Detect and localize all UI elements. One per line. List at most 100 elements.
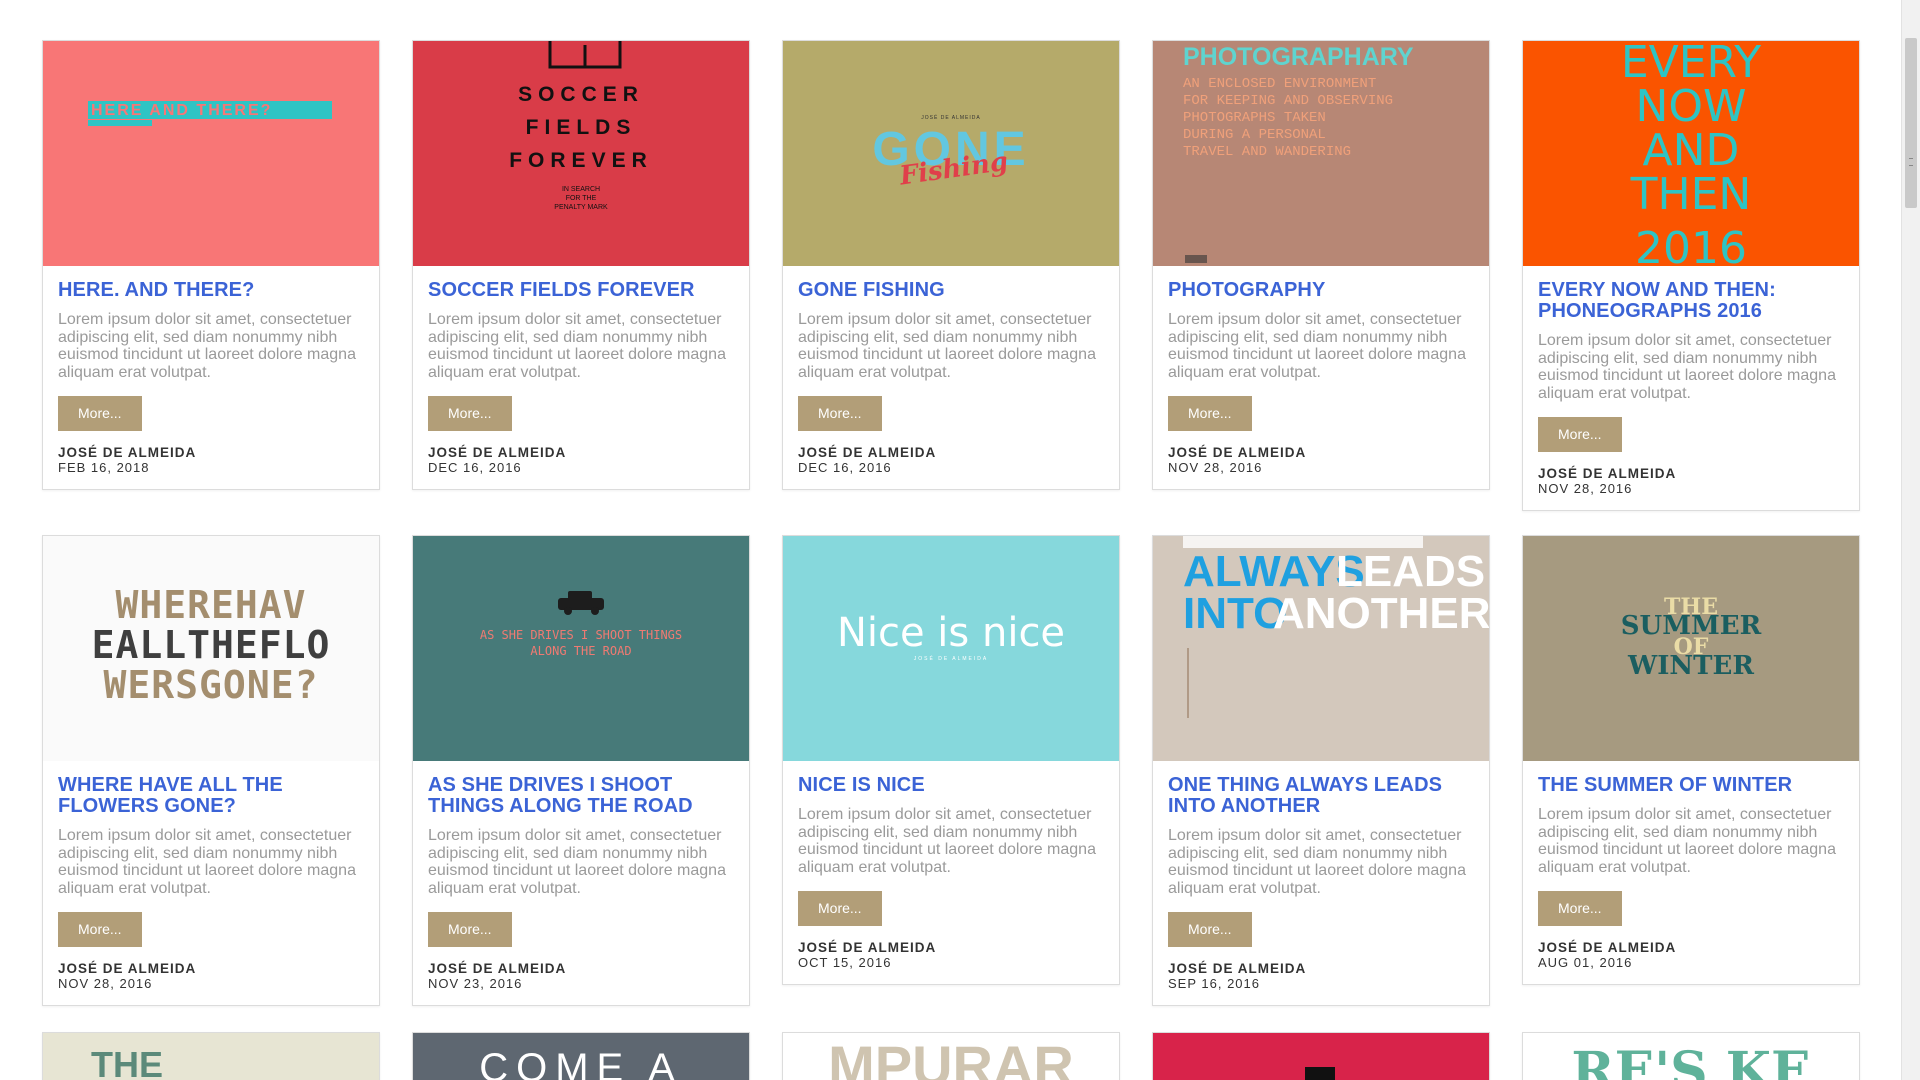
post-card: EVERY NOW AND THEN 2016 EVERY NOW AND TH… [1522,40,1860,511]
post-author: JOSÉ DE ALMEIDA [1538,466,1677,481]
thumb-art-text: WHEREHAV [115,583,306,627]
post-title[interactable]: EVERY NOW AND THEN: PHONEOGRAPHS 2016 [1538,280,1844,322]
post-excerpt: Lorem ipsum dolor sit amet, consectetuer… [798,806,1096,876]
more-button[interactable]: More... [798,891,882,926]
post-title[interactable]: HERE. AND THERE? [58,280,364,301]
more-button[interactable]: More... [58,396,142,431]
post-thumbnail[interactable]: SOCCER FIELDS FOREVER IN SEARCH FOR THE … [413,41,749,266]
post-card: JOSÉ DE ALMEIDA GONE Fishing GONE FISHIN… [782,40,1120,490]
post-excerpt: Lorem ipsum dolor sit amet, consectetuer… [1538,332,1836,402]
thumb-art-text: INTO [1183,589,1287,638]
more-button[interactable]: More... [1538,891,1622,926]
thumb-art-text: Nice is nice [837,610,1065,656]
post-date: NOV 28, 2016 [1168,460,1263,475]
thumb-art-text: RE'S KE [1571,1041,1810,1080]
post-excerpt: Lorem ipsum dolor sit amet, consectetuer… [1168,311,1466,381]
thumb-art-text: SOCCER [518,83,644,106]
post-thumbnail[interactable]: HERE AND THERE? [43,41,379,266]
post-card: AS SHE DRIVES I SHOOT THINGS ALONG THE R… [412,535,750,1006]
post-excerpt: Lorem ipsum dolor sit amet, consectetuer… [428,311,726,381]
thumb-art-sub: TRAVEL AND WANDERING [1183,144,1351,160]
post-thumbnail[interactable]: THE SUMMER OF WINTER [1523,536,1859,761]
post-author: JOSÉ DE ALMEIDA [58,445,197,460]
post-date: AUG 01, 2016 [1538,955,1633,970]
thumb-art-text: MPURAR [828,1034,1074,1080]
post-title[interactable]: AS SHE DRIVES I SHOOT THINGS ALONG THE R… [428,775,734,817]
more-button[interactable]: More... [428,912,512,947]
thumb-art-text: THEN [1630,169,1752,220]
thumb-art-sub: PHOTOGRAPHS TAKEN [1183,110,1326,126]
thumb-art-small: JOSÉ DE ALMEIDA [921,114,980,121]
thumb-bg [43,41,379,266]
more-button[interactable]: More... [1538,417,1622,452]
post-excerpt: Lorem ipsum dolor sit amet, consectetuer… [798,311,1096,381]
post-thumbnail[interactable]: EVERY NOW AND THEN 2016 [1523,41,1859,266]
post-author: JOSÉ DE ALMEIDA [1538,940,1677,955]
more-button[interactable]: More... [58,912,142,947]
post-title[interactable]: GONE FISHING [798,280,1104,301]
scrollbar-thumb[interactable] [1905,38,1917,208]
post-card: COME A [412,1032,750,1080]
thumb-art-text: WERSGONE? [104,663,319,707]
post-card [1152,1032,1490,1080]
post-thumbnail[interactable]: ALWAYS LEADS INTO ANOTHER [1153,536,1489,761]
more-button[interactable]: More... [798,396,882,431]
post-title[interactable]: SOCCER FIELDS FOREVER [428,280,734,301]
thumb-art-text: FIELDS [526,116,637,139]
post-thumbnail[interactable]: MPURAR [783,1033,1119,1080]
post-date: NOV 28, 2016 [58,976,153,991]
post-title[interactable]: NICE IS NICE [798,775,1104,796]
post-date: FEB 16, 2018 [58,460,150,475]
post-card: RE'S KE [1522,1032,1860,1080]
thumb-art-text: FOREVER [509,149,653,172]
post-thumbnail[interactable]: PHOTOGRAPHARY AN ENCLOSED ENVIRONMENT FO… [1153,41,1489,266]
thumb-art-text: WINTER [1627,651,1754,681]
post-card: SOCCER FIELDS FOREVER IN SEARCH FOR THE … [412,40,750,490]
post-date: OCT 15, 2016 [798,955,892,970]
post-title[interactable]: WHERE HAVE ALL THE FLOWERS GONE? [58,775,364,817]
posts-grid-row-partial: THE COME A MPURAR RE'S KE [42,1032,1862,1080]
post-thumbnail[interactable]: Nice is nice JOSÉ DE ALMEIDA [783,536,1119,761]
post-title[interactable]: PHOTOGRAPHY [1168,280,1474,301]
thumb-art-sub: AN ENCLOSED ENVIRONMENT [1183,76,1376,92]
post-author: JOSÉ DE ALMEIDA [798,940,937,955]
post-card: PHOTOGRAPHARY AN ENCLOSED ENVIRONMENT FO… [1152,40,1490,490]
thumb-art-text: EALLTHEFLO [92,623,331,667]
thumb-art-text: ALONG THE ROAD [530,644,631,658]
post-title[interactable]: THE SUMMER OF WINTER [1538,775,1844,796]
more-button[interactable]: More... [428,396,512,431]
post-card: WHEREHAV EALLTHEFLO WERSGONE? WHERE HAVE… [42,535,380,1006]
post-thumbnail[interactable]: JOSÉ DE ALMEIDA GONE Fishing [783,41,1119,266]
thumb-art-sub: IN SEARCH [562,186,600,193]
thumb-art-sub: FOR THE [566,195,597,202]
post-author: JOSÉ DE ALMEIDA [1168,961,1307,976]
post-excerpt: Lorem ipsum dolor sit amet, consectetuer… [58,827,356,897]
post-date: SEP 16, 2016 [1168,976,1260,991]
post-excerpt: Lorem ipsum dolor sit amet, consectetuer… [1168,827,1466,897]
post-thumbnail[interactable]: THE [43,1033,379,1080]
thumb-art-text: ANOTHER [1273,589,1489,638]
post-thumbnail[interactable]: RE'S KE [1523,1033,1859,1080]
post-thumbnail[interactable]: AS SHE DRIVES I SHOOT THINGS ALONG THE R… [413,536,749,761]
more-button[interactable]: More... [1168,396,1252,431]
post-author: JOSÉ DE ALMEIDA [428,445,567,460]
posts-grid: HERE AND THERE? HERE. AND THERE? Lorem i… [42,40,1862,1006]
post-card: THE [42,1032,380,1080]
thumb-art-text: HERE AND THERE? [91,102,272,119]
post-thumbnail[interactable]: WHEREHAV EALLTHEFLO WERSGONE? [43,536,379,761]
post-title[interactable]: ONE THING ALWAYS LEADS INTO ANOTHER [1168,775,1474,817]
post-excerpt: Lorem ipsum dolor sit amet, consectetuer… [58,311,356,381]
post-author: JOSÉ DE ALMEIDA [1168,445,1307,460]
vertical-scrollbar[interactable] [1901,0,1920,1080]
post-excerpt: Lorem ipsum dolor sit amet, consectetuer… [428,827,726,897]
thumb-art-sub: DURING A PERSONAL [1183,127,1326,143]
scrollbar-grip-icon [1909,158,1913,166]
post-excerpt: Lorem ipsum dolor sit amet, consectetuer… [1538,806,1836,876]
post-thumbnail[interactable] [1153,1033,1489,1080]
post-author: JOSÉ DE ALMEIDA [428,961,567,976]
post-thumbnail[interactable]: COME A [413,1033,749,1080]
thumb-art-sub: PENALTY MARK [554,204,608,211]
thumb-art-text: 2016 [1635,223,1747,266]
more-button[interactable]: More... [1168,912,1252,947]
thumb-art-text: THE [91,1044,163,1080]
